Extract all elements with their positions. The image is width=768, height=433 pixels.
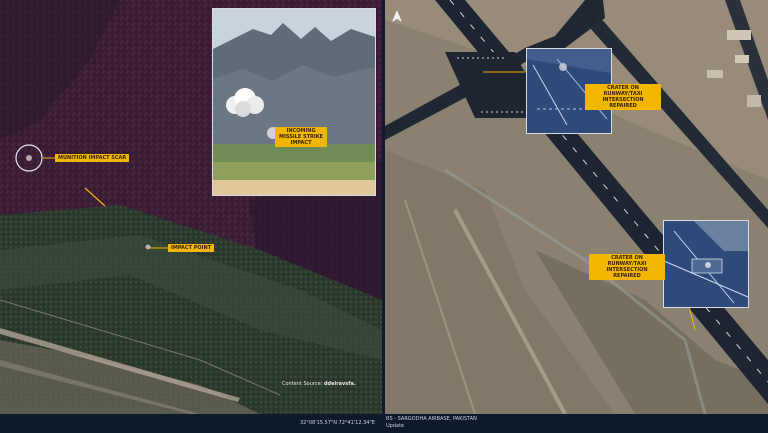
impact-point-label: Impact point [168,244,215,252]
crater-intersection-label: Crater on runway/taxi intersection repai… [585,84,661,110]
crater-runway-label: Crater on runway/taxi intersection repai… [589,254,665,280]
location-title: RS - SARGODHA AIRBASE, PAKISTAN [386,416,477,422]
left-satellite-panel: Munition impact scar Impact point Incomi… [0,0,382,414]
strike-photo [213,9,375,195]
missile-strike-label: Incoming missile strike impact [275,127,327,147]
munition-impact-label: Munition impact scar [55,154,130,162]
credit-brand: ddeiravsfa. [323,381,356,387]
satellite-comparison-view: Munition impact scar Impact point Incomi… [0,0,768,433]
location-subtitle: Update [386,423,405,429]
bottom-info-bar: 32°08'15.57"N 72°41'12.34"E RS - SARGODH… [0,414,768,433]
north-arrow-icon [392,10,402,22]
content-credit: Content Source: ddeiravsfa. [282,381,356,387]
crater-runway-photo [664,221,748,307]
right-satellite-panel: Crater on runway/taxi intersection repai… [385,0,768,414]
crater-runway-inset [663,220,749,308]
coordinates-text: 32°08'15.57"N 72°41'12.34"E [300,420,375,426]
credit-prefix: Content Source: [282,381,323,387]
strike-photo-inset: Incoming missile strike impact [212,8,376,196]
